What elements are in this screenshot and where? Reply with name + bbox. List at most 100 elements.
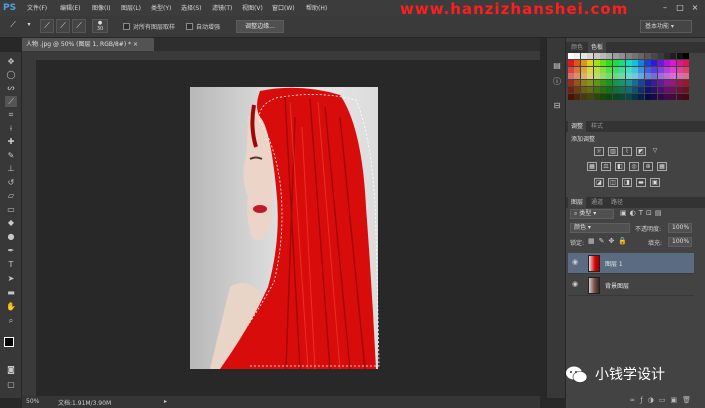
color-swatch[interactable] — [587, 53, 594, 59]
photo-filter-icon[interactable]: ◎ — [629, 162, 639, 171]
tab-layers[interactable]: 图层 — [568, 197, 587, 208]
path-selection-tool-icon[interactable]: ➤ — [5, 273, 17, 284]
history-panel-icon[interactable]: ▤ — [551, 60, 563, 72]
eye-icon[interactable]: ◉ — [572, 259, 580, 266]
tab-adjustments[interactable]: 调整 — [568, 121, 587, 132]
zoom-tool-icon[interactable]: ⌕ — [5, 315, 17, 326]
menu-layer[interactable]: 图层(L) — [121, 4, 141, 13]
gradient-map-icon[interactable]: ▬ — [636, 178, 646, 187]
color-swatch[interactable] — [568, 87, 574, 93]
hue-saturation-icon[interactable]: ▦ — [587, 162, 597, 171]
threshold-icon[interactable]: ◨ — [622, 178, 632, 187]
color-swatch[interactable] — [638, 73, 645, 80]
color-swatch[interactable] — [644, 80, 651, 87]
maximize-icon[interactable]: □ — [675, 3, 685, 12]
color-swatch[interactable] — [670, 59, 677, 66]
menu-edit[interactable]: 编辑(E) — [60, 4, 80, 13]
color-swatch[interactable] — [625, 53, 632, 59]
color-swatch[interactable] — [638, 87, 645, 93]
subtract-selection-icon[interactable]: ⟋ — [72, 19, 86, 33]
color-swatch[interactable] — [619, 80, 626, 87]
menu-filter[interactable]: 滤镜(T) — [212, 4, 232, 13]
color-swatch[interactable] — [657, 53, 664, 59]
tab-swatches[interactable]: 色板 — [588, 42, 607, 53]
color-swatch[interactable] — [683, 80, 690, 87]
new-selection-icon[interactable]: ⟋ — [40, 19, 54, 33]
color-swatch[interactable] — [574, 59, 581, 66]
color-swatch[interactable] — [580, 93, 587, 100]
color-swatch[interactable] — [676, 87, 683, 93]
menu-image[interactable]: 图像(I) — [92, 4, 110, 13]
color-swatch[interactable] — [587, 93, 594, 100]
color-swatch[interactable] — [644, 93, 651, 100]
color-swatch[interactable] — [657, 73, 664, 80]
color-swatch[interactable] — [683, 59, 690, 66]
black-white-icon[interactable]: ◧ — [615, 162, 625, 171]
color-swatch[interactable] — [580, 66, 587, 73]
color-swatch[interactable] — [574, 80, 581, 87]
color-swatch[interactable] — [619, 66, 626, 73]
document-tab[interactable]: 人物 .jpg @ 50% (图层 1, RGB/8#) * × — [22, 38, 154, 51]
auto-enhance-checkbox[interactable] — [186, 23, 193, 30]
color-swatch[interactable] — [600, 53, 606, 59]
close-icon[interactable]: × — [690, 3, 700, 12]
color-swatch[interactable] — [619, 87, 626, 93]
add-to-selection-icon[interactable]: ⟋ — [56, 19, 70, 33]
color-swatch[interactable] — [587, 87, 594, 93]
color-swatch[interactable] — [632, 80, 638, 87]
levels-icon[interactable]: ▥ — [608, 147, 618, 156]
fill-input[interactable]: 100% — [668, 237, 692, 247]
color-swatch[interactable] — [580, 73, 587, 80]
color-swatch[interactable] — [606, 87, 613, 93]
opacity-input[interactable]: 100% — [668, 223, 692, 233]
color-swatch[interactable] — [638, 80, 645, 87]
color-swatch[interactable] — [600, 66, 606, 73]
color-swatch[interactable] — [651, 80, 658, 87]
color-swatch[interactable] — [632, 87, 638, 93]
color-swatch[interactable] — [676, 59, 683, 66]
color-swatch[interactable] — [638, 66, 645, 73]
color-swatch[interactable] — [632, 59, 638, 66]
color-swatch[interactable] — [568, 93, 574, 100]
color-swatch[interactable] — [568, 80, 574, 87]
swatches-grid[interactable] — [568, 53, 690, 103]
color-swatch[interactable] — [651, 87, 658, 93]
color-swatch[interactable] — [593, 59, 600, 66]
color-swatch[interactable] — [580, 59, 587, 66]
workspace-select[interactable]: 基本功能 ▾ — [640, 20, 692, 33]
refine-edge-button[interactable]: 调整边缘... — [236, 20, 284, 33]
color-swatch[interactable] — [644, 87, 651, 93]
screen-mode-icon[interactable]: ▢ — [5, 379, 17, 390]
color-swatch[interactable] — [664, 87, 670, 93]
type-tool-icon[interactable]: T — [5, 259, 17, 270]
color-swatch[interactable] — [676, 53, 683, 59]
shape-tool-icon[interactable]: ▬ — [5, 287, 17, 298]
eye-icon[interactable]: ◉ — [572, 281, 580, 288]
color-swatch[interactable] — [644, 59, 651, 66]
layer-row[interactable]: ◉ 图层 1 — [568, 253, 694, 274]
color-swatch[interactable] — [568, 73, 574, 80]
clone-stamp-tool-icon[interactable]: ⊥ — [5, 163, 17, 174]
quick-selection-tool-icon[interactable]: ⟋ — [5, 96, 17, 107]
healing-brush-tool-icon[interactable]: ✚ — [5, 136, 17, 147]
channel-mixer-icon[interactable]: ⊛ — [643, 162, 653, 171]
brush-size-picker[interactable]: ● 30 — [92, 19, 108, 33]
color-swatch[interactable] — [664, 93, 670, 100]
layers-footer-icons[interactable]: ∞ƒ◑▭▣🗑 — [570, 396, 696, 406]
color-swatch[interactable] — [670, 93, 677, 100]
info-panel-icon[interactable]: ⓘ — [551, 76, 563, 88]
color-swatch[interactable] — [644, 53, 651, 59]
color-swatch[interactable] — [625, 80, 632, 87]
color-swatch[interactable] — [683, 87, 690, 93]
color-swatch[interactable] — [632, 66, 638, 73]
invert-icon[interactable]: ◪ — [594, 178, 604, 187]
chevron-down-icon[interactable]: ▾ — [22, 19, 36, 33]
color-swatch[interactable] — [606, 53, 613, 59]
selective-color-icon[interactable]: ▣ — [650, 178, 660, 187]
color-swatch[interactable] — [606, 80, 613, 87]
color-swatch[interactable] — [619, 59, 626, 66]
color-swatch[interactable] — [676, 66, 683, 73]
color-swatch[interactable] — [657, 93, 664, 100]
color-swatch[interactable] — [625, 59, 632, 66]
color-swatch[interactable] — [593, 87, 600, 93]
